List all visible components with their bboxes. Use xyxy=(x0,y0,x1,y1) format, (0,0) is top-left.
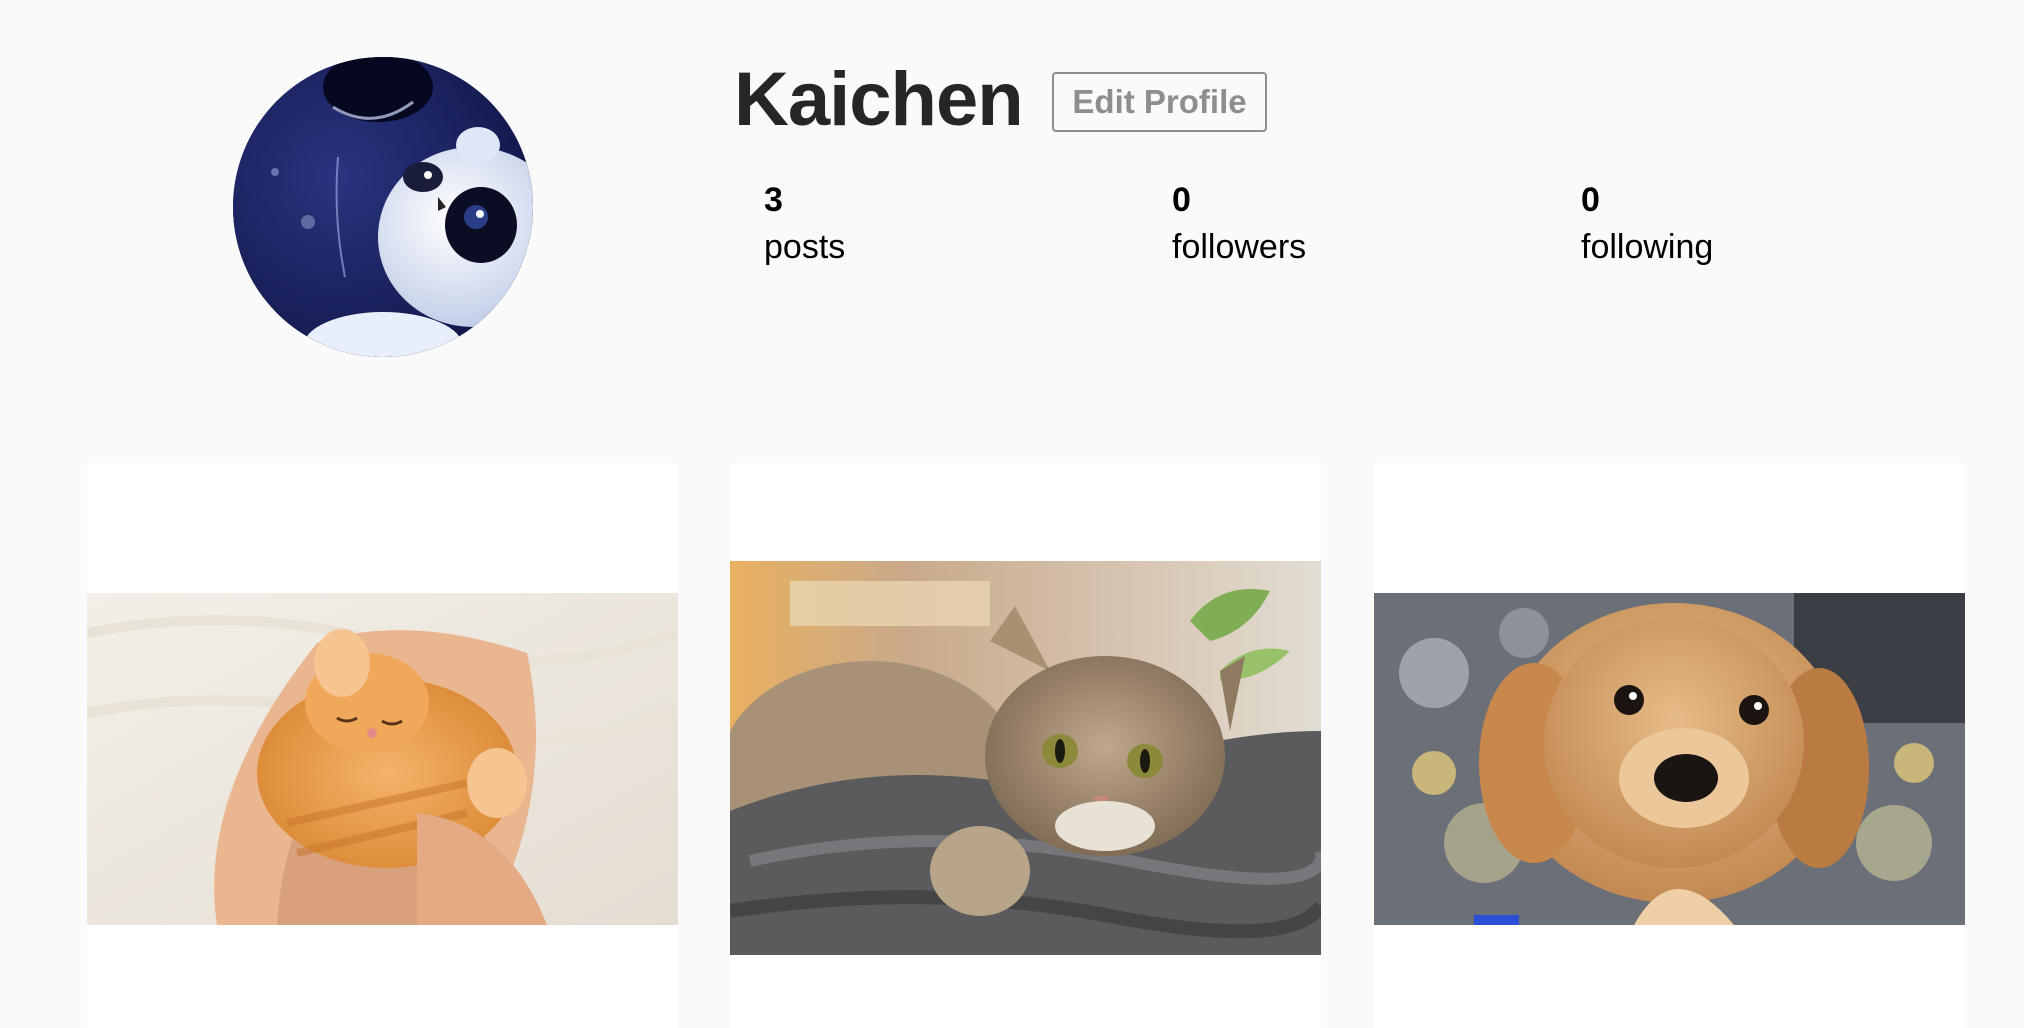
panda-avatar-image xyxy=(233,57,533,357)
edit-profile-button[interactable]: Edit Profile xyxy=(1052,72,1267,132)
post-tile[interactable] xyxy=(730,463,1321,1028)
puppy-photo xyxy=(1374,593,1965,925)
avatar[interactable] xyxy=(233,57,533,357)
posts-count: 3 xyxy=(764,181,783,219)
post-tile[interactable] xyxy=(1374,463,1965,1028)
following-stat[interactable]: 0 following xyxy=(1581,178,1713,272)
profile-page: Kaichen Edit Profile 3 posts 0 followers… xyxy=(0,0,2024,1028)
tabby-cat-photo xyxy=(730,561,1321,955)
following-count: 0 xyxy=(1581,181,1600,219)
posts-label: posts xyxy=(764,228,846,266)
followers-stat[interactable]: 0 followers xyxy=(1172,178,1306,272)
username: Kaichen xyxy=(734,57,1024,142)
posts-stat[interactable]: 3 posts xyxy=(764,178,845,272)
post-tile[interactable] xyxy=(87,463,678,1028)
following-label: following xyxy=(1581,228,1714,266)
followers-label: followers xyxy=(1172,228,1307,266)
followers-count: 0 xyxy=(1172,181,1191,219)
kitten-photo xyxy=(87,593,678,925)
